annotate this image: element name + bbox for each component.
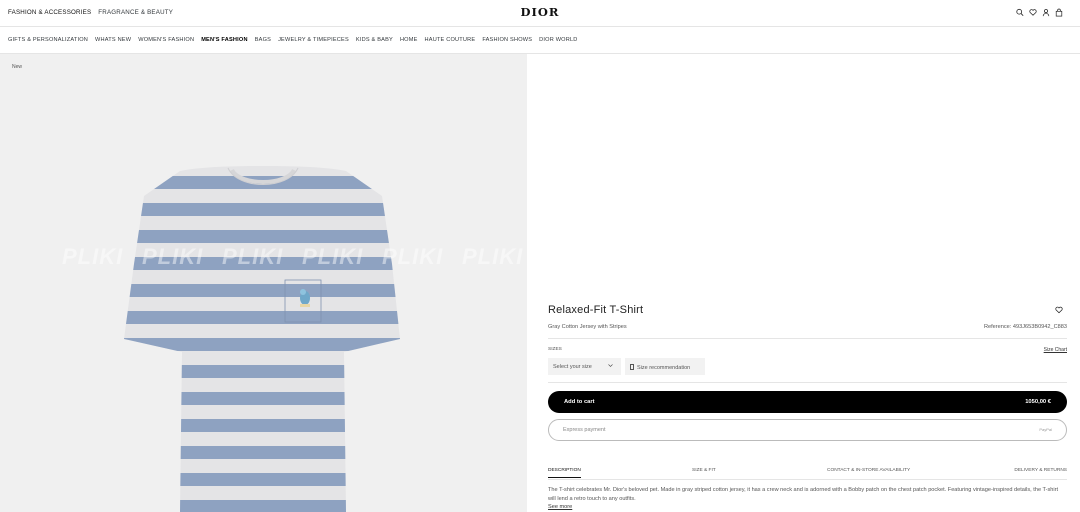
- size-recommendation-label: Size recommendation: [637, 365, 691, 371]
- product-info-tabs: DESCRIPTION SIZE & FIT CONTACT & IN-STOR…: [548, 468, 1067, 480]
- size-select[interactable]: Select your size: [548, 358, 621, 375]
- watermark-3: PLIKI: [222, 244, 284, 269]
- size-chart-link[interactable]: Size Chart: [1044, 347, 1067, 353]
- watermark-1: PLIKI: [62, 244, 124, 269]
- product-gallery[interactable]: New PLIKI PLIKI PLIKI PLIKI PLIKI PLIKI: [0, 54, 527, 512]
- watermark-5: PLIKI: [382, 244, 444, 269]
- nav-mens-fashion[interactable]: MEN'S FASHION: [201, 37, 248, 43]
- divider: [548, 382, 1067, 383]
- watermark-2: PLIKI: [142, 244, 204, 269]
- size-select-value: Select your size: [553, 364, 592, 370]
- nav-gifts[interactable]: GIFTS & PERSONALIZATION: [8, 37, 88, 43]
- paypal-label: PayPal: [1039, 427, 1052, 432]
- sizes-label: SIZES: [548, 347, 562, 352]
- bag-icon[interactable]: [1055, 8, 1063, 17]
- express-payment-label: Express payment: [563, 427, 606, 433]
- tab-contact-availability[interactable]: CONTACT & IN-STORE AVAILABILITY: [827, 468, 910, 473]
- top-bar: FASHION & ACCESSORIES FRAGRANCE & BEAUTY…: [0, 0, 1080, 27]
- product-price: 1050,00 €: [1025, 399, 1051, 405]
- watermark-6: PLIKI: [462, 244, 524, 269]
- product-reference: Reference: 493J653B0942_C883: [983, 324, 1067, 330]
- watermark-4: PLIKI: [302, 244, 364, 269]
- nav-kids-baby[interactable]: KIDS & BABY: [356, 37, 393, 43]
- account-icon[interactable]: [1042, 8, 1050, 17]
- dior-logo[interactable]: DIOR: [0, 5, 1080, 19]
- header-icons: [1016, 8, 1063, 17]
- nav-home[interactable]: HOME: [400, 37, 418, 43]
- see-more-link[interactable]: See more: [548, 504, 572, 510]
- product-description: The T-shirt celebrates Mr. Dior's belove…: [548, 487, 1059, 502]
- product-title: Relaxed-Fit T-Shirt: [548, 304, 644, 316]
- tab-size-fit[interactable]: SIZE & FIT: [692, 468, 716, 473]
- nav-jewelry[interactable]: JEWELRY & TIMEPIECES: [278, 37, 349, 43]
- product-details: Relaxed-Fit T-Shirt Gray Cotton Jersey w…: [548, 54, 1067, 512]
- ruler-icon: [630, 364, 634, 370]
- size-recommendation-button[interactable]: Size recommendation: [625, 358, 705, 375]
- nav-fashion-shows[interactable]: FASHION SHOWS: [482, 37, 532, 43]
- heart-icon[interactable]: [1029, 8, 1037, 17]
- product-subtitle: Gray Cotton Jersey with Stripes: [548, 324, 627, 330]
- nav-dior-world[interactable]: DIOR WORLD: [539, 37, 577, 43]
- tab-description[interactable]: DESCRIPTION: [548, 468, 581, 478]
- divider: [548, 338, 1067, 339]
- main-nav: GIFTS & PERSONALIZATION WHATS NEW WOMEN'…: [0, 27, 1080, 54]
- main-nav-items: GIFTS & PERSONALIZATION WHATS NEW WOMEN'…: [8, 37, 578, 43]
- tshirt-image: [124, 166, 400, 512]
- tab-delivery-returns[interactable]: DELIVERY & RETURNS: [1014, 468, 1067, 473]
- nav-womens-fashion[interactable]: WOMEN'S FASHION: [138, 37, 194, 43]
- chevron-down-icon: [608, 364, 613, 367]
- nav-bags[interactable]: BAGS: [255, 37, 271, 43]
- wishlist-heart-icon[interactable]: [1055, 306, 1063, 314]
- search-icon[interactable]: [1016, 8, 1024, 17]
- add-to-cart-label: Add to cart: [564, 399, 595, 405]
- express-payment-button[interactable]: Express payment PayPal: [548, 419, 1067, 441]
- add-to-cart-button[interactable]: Add to cart 1050,00 €: [548, 391, 1067, 413]
- nav-whats-new[interactable]: WHATS NEW: [95, 37, 131, 43]
- nav-haute-couture[interactable]: HAUTE COUTURE: [425, 37, 476, 43]
